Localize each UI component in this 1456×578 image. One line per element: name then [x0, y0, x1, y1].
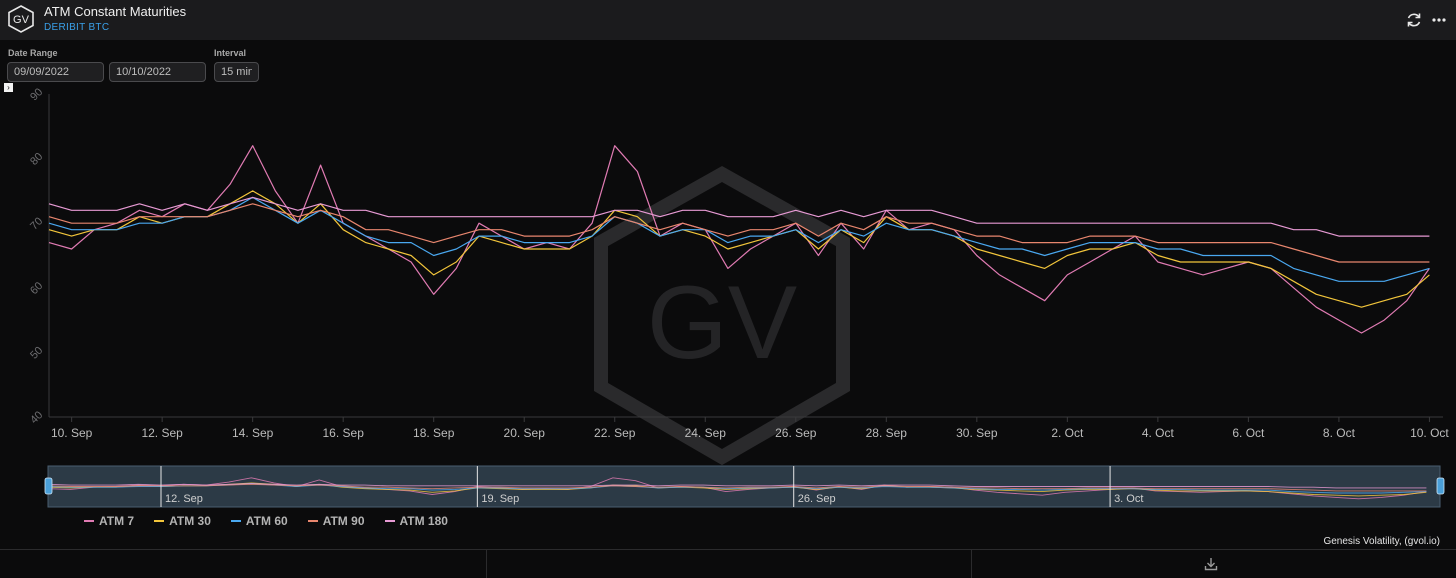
x-tick-label: 24. Sep	[685, 426, 727, 440]
exchange-subtitle: DERIBIT BTC	[44, 22, 110, 33]
start-date-input[interactable]	[7, 62, 104, 82]
y-tick-label: 90	[28, 86, 45, 103]
legend-item-atm-30[interactable]: ATM 30	[154, 514, 211, 528]
collapse-panel-button[interactable]: ›	[4, 83, 13, 92]
legend-swatch	[84, 520, 94, 522]
legend-item-atm-180[interactable]: ATM 180	[384, 514, 448, 528]
x-tick-label: 26. Sep	[775, 426, 817, 440]
chart-legend: ATM 7 ATM 30 ATM 60 ATM 90 ATM 180	[84, 514, 448, 528]
navigator-tick-label: 3. Oct	[1114, 493, 1143, 505]
interval-select[interactable]	[214, 62, 259, 82]
main-chart: GV 40 50 60 70 80 90 10. Sep 12. Sep 14. Sep 16.…	[28, 86, 1449, 508]
y-tick-label: 60	[28, 280, 45, 297]
date-range-label: Date Range	[8, 48, 58, 58]
legend-swatch	[307, 520, 318, 522]
x-tick-label: 6. Oct	[1232, 426, 1265, 440]
header-bar: GV ATM Constant Maturities DERIBIT BTC	[0, 0, 1456, 40]
end-date-input[interactable]	[109, 62, 206, 82]
legend-item-atm-60[interactable]: ATM 60	[230, 514, 288, 528]
legend-label: ATM 7	[99, 514, 135, 528]
legend-swatch	[230, 520, 241, 522]
x-tick-label: 12. Sep	[141, 426, 183, 440]
legend-swatch	[154, 520, 165, 522]
app: GV ATM Constant Maturities DERIBIT BTC D…	[0, 0, 1456, 578]
legend-label: ATM 180	[399, 514, 448, 528]
x-tick-label: 16. Sep	[323, 426, 365, 440]
navigator-tick-label: 26. Sep	[798, 493, 836, 505]
legend-label: ATM 60	[245, 514, 288, 528]
page-title: ATM Constant Maturities	[44, 4, 187, 19]
navigator[interactable]: 12. Sep 19. Sep 26. Sep 3. Oct	[44, 465, 1445, 508]
x-tick-label: 18. Sep	[413, 426, 455, 440]
more-options-icon[interactable]	[1429, 10, 1449, 30]
navigator-right-handle[interactable]	[1436, 477, 1445, 495]
interval-label: Interval	[214, 48, 247, 58]
series-line-atm-90	[48, 203, 1430, 263]
y-tick-label: 80	[28, 151, 45, 168]
legend-item-atm-90[interactable]: ATM 90	[307, 514, 365, 528]
x-tick-label: 10. Oct	[1410, 426, 1449, 440]
x-tick-label: 14. Sep	[232, 426, 274, 440]
x-tick-label: 2. Oct	[1051, 426, 1084, 440]
x-tick-label: 10. Sep	[51, 426, 93, 440]
x-tick-label: 22. Sep	[594, 426, 636, 440]
legend-label: ATM 90	[322, 514, 365, 528]
y-tick-label: 70	[28, 215, 45, 232]
x-tick-label: 20. Sep	[504, 426, 546, 440]
navigator-tick-label: 12. Sep	[165, 493, 203, 505]
x-tick-label: 4. Oct	[1142, 426, 1175, 440]
navigator-tick-label: 19. Sep	[481, 493, 519, 505]
gv-logo-icon: GV	[8, 5, 34, 33]
refresh-icon[interactable]	[1404, 10, 1424, 30]
y-tick-label: 50	[28, 345, 45, 362]
navigator-left-handle[interactable]	[44, 477, 53, 495]
credit-text: Genesis Volatility, (gvol.io)	[1323, 536, 1440, 547]
series-line-atm-180	[48, 196, 1430, 237]
svg-text:GV: GV	[13, 14, 30, 26]
legend-swatch	[384, 520, 395, 522]
download-icon[interactable]	[1203, 556, 1219, 572]
x-tick-label: 28. Sep	[866, 426, 908, 440]
footer-bar	[0, 549, 1456, 578]
x-tick-label: 30. Sep	[956, 426, 998, 440]
legend-item-atm-7[interactable]: ATM 7	[84, 514, 134, 528]
legend-label: ATM 30	[169, 514, 211, 528]
svg-text:GV: GV	[647, 265, 797, 381]
y-tick-label: 40	[28, 409, 45, 426]
x-tick-label: 8. Oct	[1323, 426, 1356, 440]
